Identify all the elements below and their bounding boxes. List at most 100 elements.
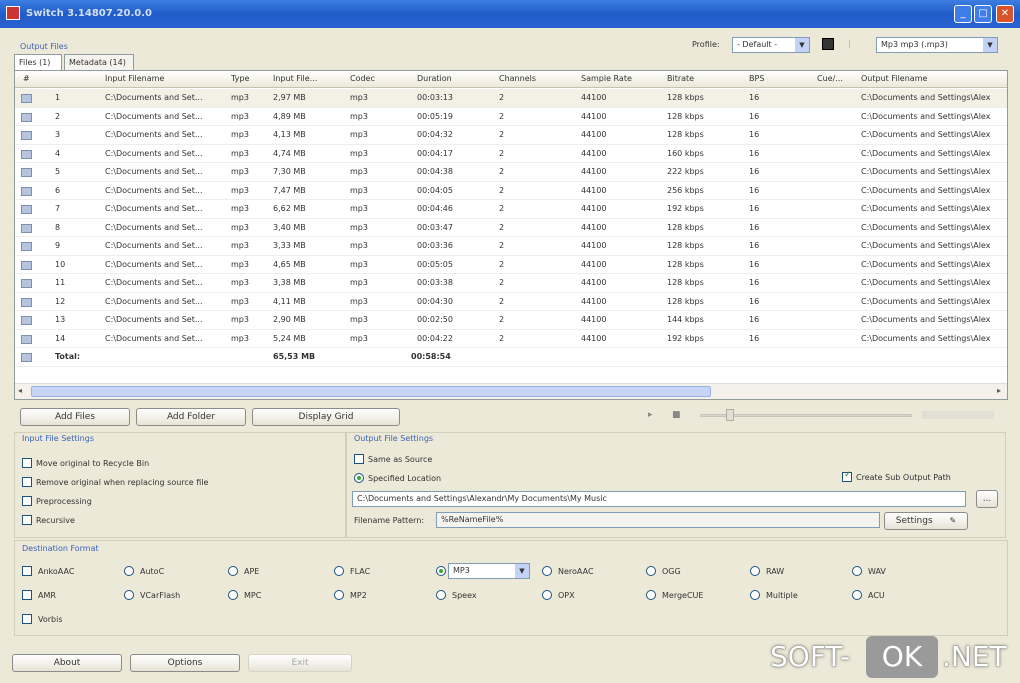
add-files-button[interactable]: Add Files <box>20 408 130 426</box>
table-cell: 3 <box>55 130 61 139</box>
table-row[interactable]: 12 C:\Documents and Set... mp3 4,11 MB mp3 00… <box>15 293 1007 311</box>
format-option-multiple[interactable] <box>750 590 760 600</box>
format-option-acu[interactable] <box>852 590 862 600</box>
col-input-file-size[interactable]: Input File... <box>273 74 317 83</box>
format-option-ogg[interactable] <box>646 566 656 576</box>
minimize-button[interactable]: _ <box>954 5 972 23</box>
preprocessing-checkbox[interactable] <box>22 496 32 506</box>
horizontal-scrollbar[interactable]: ◂ ▸ <box>15 383 1007 399</box>
destination-format-panel <box>14 540 1008 636</box>
table-cell: mp3 <box>231 167 249 176</box>
col-output-filename[interactable]: Output Filename <box>861 74 927 83</box>
same-as-source-checkbox[interactable] <box>354 454 364 464</box>
format-option-vorbis[interactable] <box>22 614 32 624</box>
format-option-vcarflash[interactable] <box>124 590 134 600</box>
col-channels[interactable]: Channels <box>499 74 536 83</box>
recursive-checkbox[interactable] <box>22 515 32 525</box>
file-icon <box>21 334 32 344</box>
format-option-neroaac[interactable] <box>542 566 552 576</box>
table-cell: 2 <box>499 315 505 324</box>
format-option-wav[interactable] <box>852 566 862 576</box>
table-row[interactable]: 10 C:\Documents and Set... mp3 4,65 MB mp3 00… <box>15 256 1007 274</box>
add-folder-button[interactable]: Add Folder <box>136 408 246 426</box>
table-row[interactable]: 4 C:\Documents and Set... mp3 4,74 MB mp3 00:… <box>15 145 1007 163</box>
table-cell: mp3 <box>350 296 368 306</box>
col-bitrate[interactable]: Bitrate <box>667 74 694 83</box>
about-button[interactable]: About <box>12 654 122 672</box>
table-cell: mp3 <box>350 185 368 195</box>
table-cell: 00:04:46 <box>417 204 453 213</box>
play-icon[interactable]: ▸ <box>648 410 653 420</box>
stop-icon[interactable]: ■ <box>672 410 681 420</box>
table-cell: mp3 <box>350 222 368 232</box>
output-path-input[interactable]: C:\Documents and Settings\Alexandr\My Do… <box>352 491 966 507</box>
file-grid[interactable]: # Input Filename Type Input File... Code… <box>14 70 1008 400</box>
col-cue[interactable]: Cue/... <box>817 74 843 83</box>
table-row[interactable]: 2 C:\Documents and Set... mp3 4,89 MB mp3 00:… <box>15 108 1007 126</box>
close-button[interactable]: ✕ <box>996 5 1014 23</box>
format-option-ape[interactable] <box>228 566 238 576</box>
format-option-flac[interactable] <box>334 566 344 576</box>
file-icon <box>21 279 32 288</box>
format-option-raw[interactable] <box>750 566 760 576</box>
scrollbar-thumb[interactable] <box>31 386 711 397</box>
table-cell: 2 <box>499 130 505 139</box>
scroll-left-icon[interactable]: ◂ <box>18 386 22 395</box>
options-button[interactable]: Options <box>130 654 240 672</box>
table-row[interactable]: 14 C:\Documents and Set... mp3 5,24 MB mp3 00… <box>15 330 1007 348</box>
table-cell: mp3 <box>231 222 249 232</box>
profile-select[interactable]: - Default - ▼ <box>732 37 810 53</box>
col-number[interactable]: # <box>23 74 30 83</box>
maximize-button[interactable]: □ <box>974 5 992 23</box>
mp3-format-select[interactable]: MP3 ▼ <box>448 563 530 579</box>
browse-button[interactable]: ... <box>976 490 998 508</box>
table-row[interactable]: 1 C:\Documents and Set... mp3 2,97 MB mp3 00:… <box>15 89 1007 108</box>
col-input-filename[interactable]: Input Filename <box>105 74 164 83</box>
tab-metadata[interactable]: Metadata (14) <box>64 54 134 70</box>
volume-slider[interactable] <box>922 411 994 419</box>
col-bps[interactable]: BPS <box>749 74 764 83</box>
settings-button[interactable]: Settings ✎ <box>884 512 968 530</box>
table-row[interactable]: 7 C:\Documents and Set... mp3 6,62 MB mp3 00:… <box>15 200 1007 219</box>
table-cell: 16 <box>749 259 760 269</box>
table-row[interactable]: 6 C:\Documents and Set... mp3 7,47 MB mp3 00:… <box>15 182 1007 200</box>
table-cell: C:\Documents and Settings\Alex <box>861 241 991 250</box>
create-sub-path-checkbox[interactable] <box>842 470 852 482</box>
table-cell: 10 <box>55 259 66 269</box>
table-row[interactable]: 3 C:\Documents and Set... mp3 4,13 MB mp3 00:… <box>15 126 1007 145</box>
format-select[interactable]: Mp3 mp3 (.mp3) ▼ <box>876 37 998 53</box>
move-to-recycle-checkbox[interactable] <box>22 458 32 468</box>
format-option-mp2[interactable] <box>334 590 344 600</box>
table-cell: 12 <box>55 296 66 306</box>
slider-thumb[interactable] <box>726 409 734 421</box>
table-cell: 2 <box>499 296 505 306</box>
format-option-amr[interactable] <box>22 590 32 600</box>
table-cell: 00:04:38 <box>417 167 453 176</box>
scroll-right-icon[interactable]: ▸ <box>997 386 1001 395</box>
tab-files[interactable]: Files (1) <box>14 54 62 70</box>
remove-original-checkbox[interactable] <box>22 477 32 487</box>
table-row[interactable]: 5 C:\Documents and Set... mp3 7,30 MB mp3 00:… <box>15 163 1007 182</box>
format-option-opx[interactable] <box>542 590 552 600</box>
save-icon[interactable] <box>822 38 834 50</box>
col-codec[interactable]: Codec <box>350 74 375 83</box>
specified-location-radio[interactable] <box>354 473 364 483</box>
format-option-mpc[interactable] <box>228 590 238 600</box>
format-option-autoc[interactable] <box>124 566 134 576</box>
format-option-mp3[interactable] <box>436 566 446 576</box>
table-row[interactable]: 8 C:\Documents and Set... mp3 3,40 MB mp3 00:… <box>15 219 1007 237</box>
col-sample-rate[interactable]: Sample Rate <box>581 74 632 83</box>
display-grid-button[interactable]: Display Grid <box>252 408 400 426</box>
format-option-ankoaac[interactable] <box>22 566 32 576</box>
table-row[interactable]: 9 C:\Documents and Set... mp3 3,33 MB mp3 00:… <box>15 237 1007 256</box>
format-option-speex[interactable] <box>436 590 446 600</box>
exit-button[interactable]: Exit <box>248 654 352 672</box>
col-type[interactable]: Type <box>231 74 249 83</box>
table-cell: 00:03:38 <box>417 278 453 287</box>
filename-pattern-input[interactable]: %ReNameFile% <box>436 512 880 528</box>
format-option-mergecue[interactable] <box>646 590 656 600</box>
table-row[interactable]: 13 C:\Documents and Set... mp3 2,90 MB mp3 00… <box>15 311 1007 330</box>
table-row[interactable]: 11 C:\Documents and Set... mp3 3,38 MB mp3 00… <box>15 274 1007 293</box>
format-label: MergeCUE <box>662 591 704 600</box>
col-duration[interactable]: Duration <box>417 74 452 83</box>
